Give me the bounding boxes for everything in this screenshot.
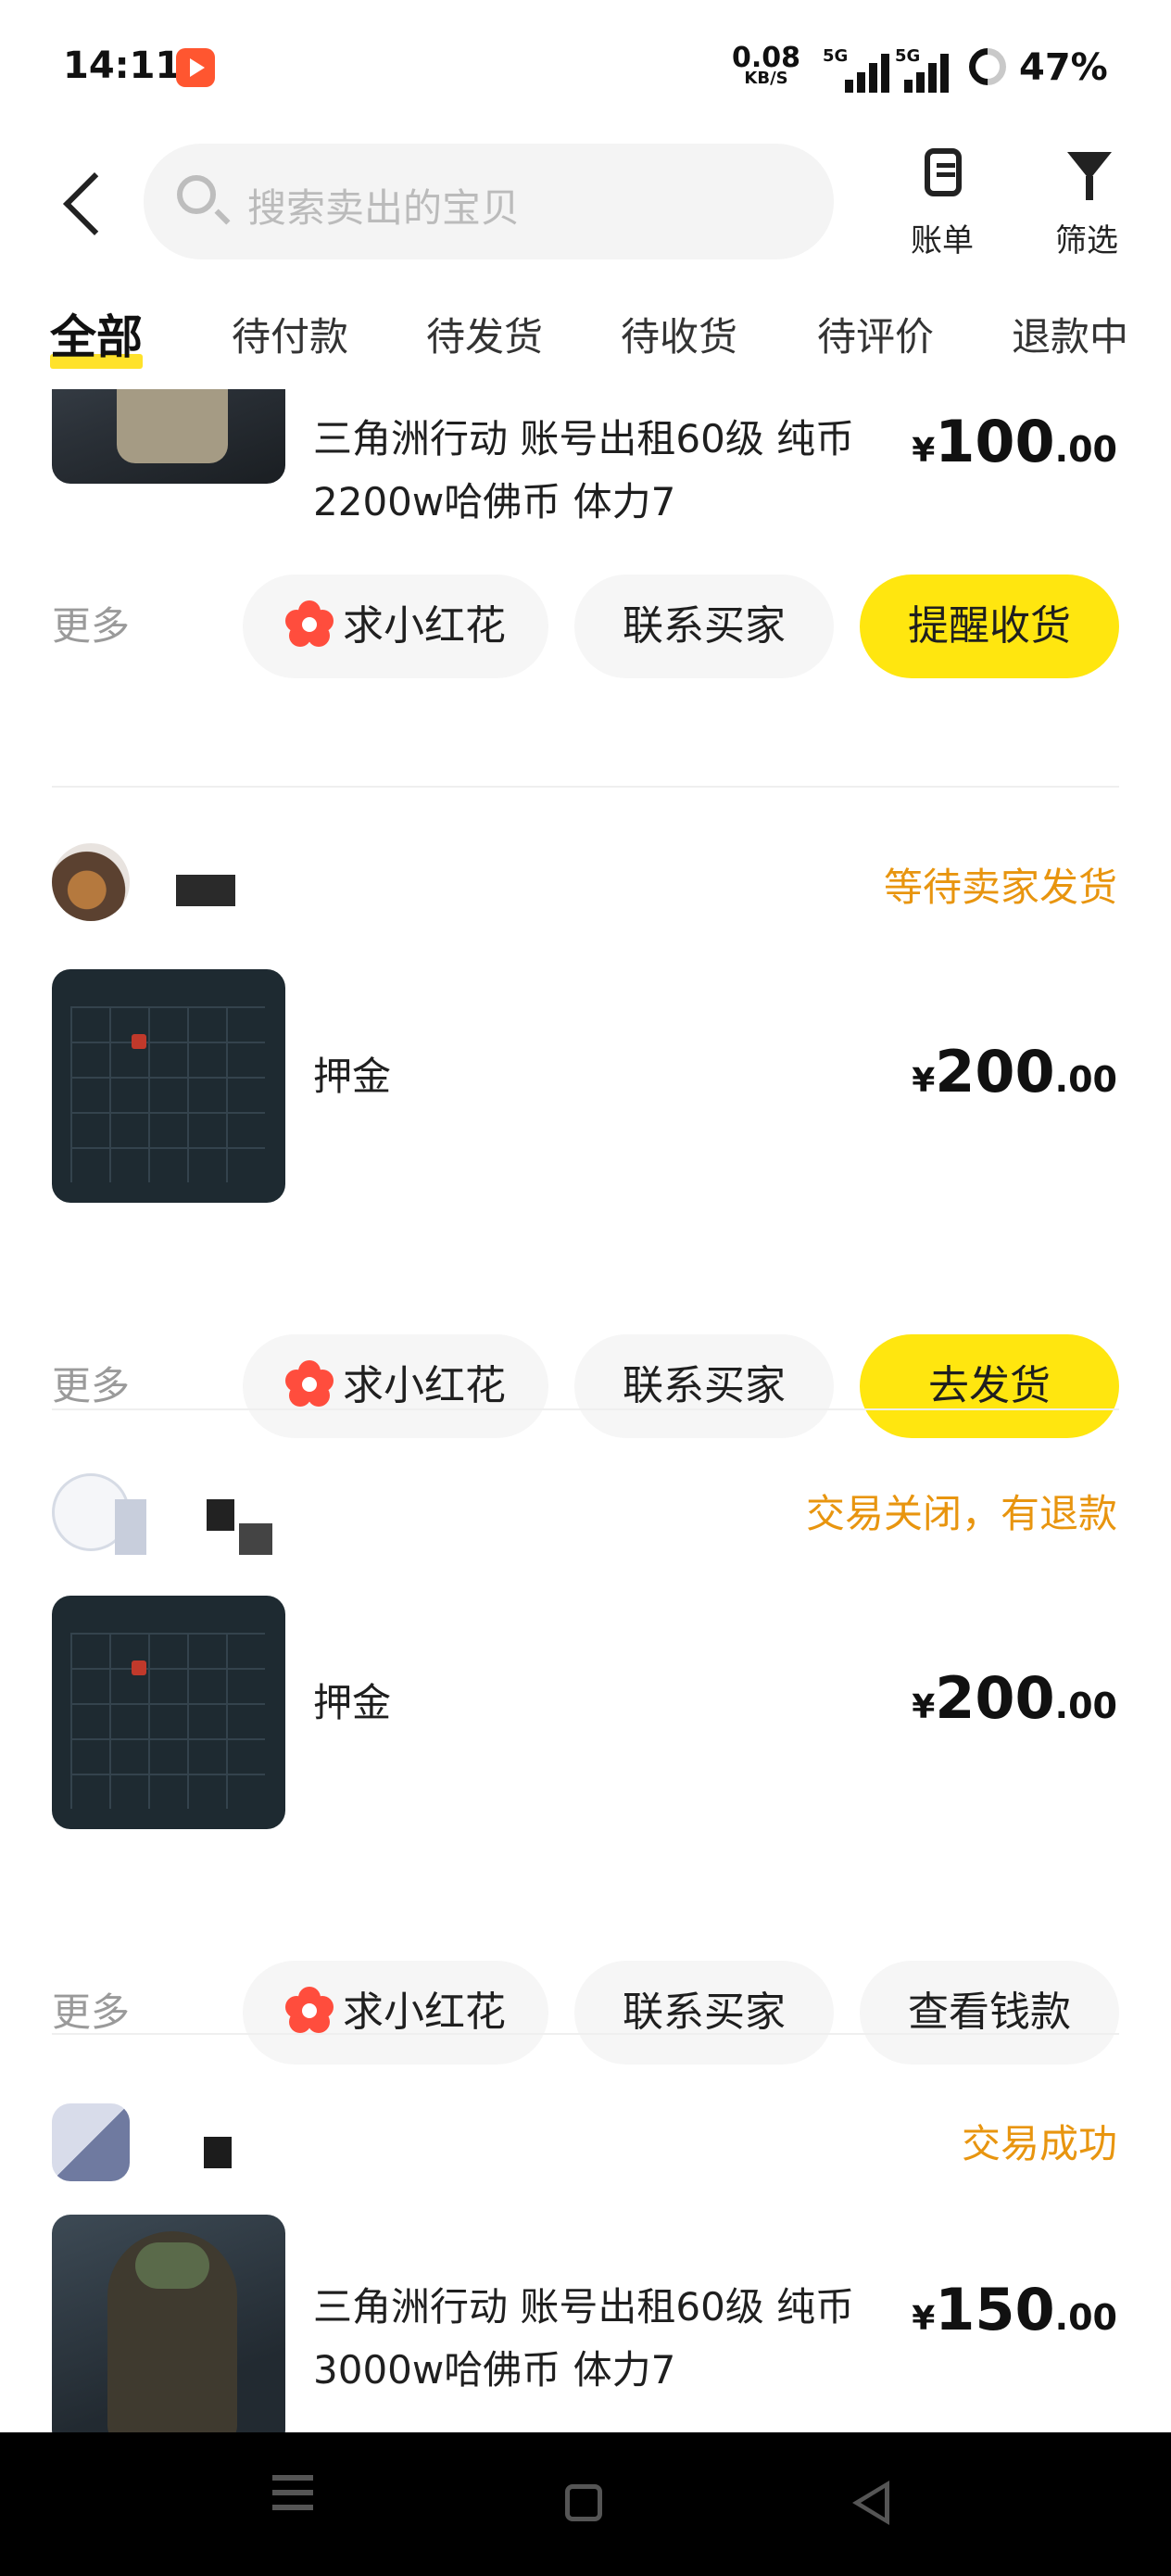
- view-funds-button[interactable]: 查看钱款: [860, 1961, 1119, 2065]
- contact-buyer-button[interactable]: 联系买家: [574, 1961, 834, 2065]
- order-card: 等待卖家发货 押金 ¥200.00 更多 求小红花 联系买家 去发货: [0, 843, 1171, 1438]
- bill-icon: [925, 148, 962, 196]
- back-icon[interactable]: [852, 2481, 889, 2525]
- order-status: 交易成功: [961, 2121, 1117, 2166]
- contact-buyer-button[interactable]: 联系买家: [574, 575, 834, 678]
- buyer-nickname-blurred: [176, 875, 235, 906]
- order-list: 三角洲行动 账号出租60级 纯币2200w哈佛币 体力7 ¥100.00 更多 …: [0, 389, 1171, 2432]
- tab-all[interactable]: 全部: [50, 300, 143, 369]
- product-price: ¥150.00: [912, 2276, 1117, 2343]
- tab-pending-receipt[interactable]: 待收货: [621, 306, 737, 362]
- buyer-avatar[interactable]: [52, 2103, 130, 2181]
- filter-icon: [1067, 152, 1112, 200]
- tab-refunding[interactable]: 退款中: [1012, 306, 1128, 362]
- price-integer: 200: [935, 1038, 1055, 1105]
- battery-percent: 47%: [1019, 46, 1108, 89]
- product-title[interactable]: 三角洲行动 账号出租60级 纯币3000w哈佛币 体力7: [313, 2276, 906, 2402]
- tab-pending-review[interactable]: 待评价: [817, 306, 934, 362]
- price-currency: ¥: [912, 1688, 936, 1726]
- status-bar: 14:11 0.08 KB/S 5G 5G 47%: [0, 0, 1171, 139]
- contact-buyer-button[interactable]: 联系买家: [574, 1334, 834, 1438]
- price-integer: 200: [935, 1664, 1055, 1732]
- product-price: ¥200.00: [912, 1038, 1117, 1105]
- search-input[interactable]: 搜索卖出的宝贝: [144, 144, 834, 259]
- network-speed: 0.08 KB/S: [732, 44, 800, 87]
- flower-icon: [285, 600, 334, 649]
- more-link[interactable]: 更多: [52, 1355, 130, 1411]
- divider: [52, 2033, 1119, 2035]
- search-placeholder: 搜索卖出的宝贝: [247, 185, 521, 231]
- price-currency: ¥: [912, 2300, 936, 2338]
- product-thumbnail[interactable]: [52, 969, 285, 1203]
- divider: [52, 786, 1119, 788]
- request-flower-button[interactable]: 求小红花: [243, 1334, 548, 1438]
- flower-icon: [285, 1360, 334, 1408]
- price-currency: ¥: [912, 1062, 936, 1100]
- back-button[interactable]: [57, 167, 113, 241]
- request-flower-label: 求小红花: [343, 1362, 506, 1409]
- request-flower-button[interactable]: 求小红花: [243, 575, 548, 678]
- product-price: ¥100.00: [912, 408, 1117, 475]
- divider: [52, 1408, 1119, 1410]
- more-link[interactable]: 更多: [52, 1981, 130, 2038]
- buyer-nickname-blurred: [115, 1499, 273, 1555]
- price-integer: 100: [935, 408, 1055, 475]
- signal-icon-sim2: 5G: [895, 46, 960, 93]
- product-title[interactable]: 押金: [313, 1672, 906, 1735]
- price-decimal: .00: [1054, 1059, 1117, 1100]
- product-thumbnail[interactable]: [52, 1596, 285, 1829]
- filter-label: 筛选: [1055, 222, 1118, 259]
- recent-apps-icon[interactable]: [272, 2490, 313, 2495]
- product-thumbnail[interactable]: [52, 2215, 285, 2432]
- status-time: 14:11: [63, 44, 182, 87]
- price-decimal: .00: [1054, 1686, 1117, 1726]
- bill-label: 账单: [911, 222, 974, 259]
- sim1-label: 5G: [823, 46, 849, 66]
- order-card: 交易成功 三角洲行动 账号出租60级 纯币3000w哈佛币 体力7 ¥150.0…: [0, 2103, 1171, 2432]
- home-icon[interactable]: [565, 2484, 602, 2521]
- ship-button[interactable]: 去发货: [860, 1334, 1119, 1438]
- flower-icon: [285, 1987, 334, 2035]
- buyer-nickname-blurred: [204, 2137, 232, 2168]
- order-status: 交易关闭，有退款: [805, 1491, 1117, 1536]
- sim2-label: 5G: [895, 46, 921, 66]
- price-decimal: .00: [1054, 429, 1117, 470]
- order-card: 交易关闭，有退款 押金 ¥200.00 更多 求小红花 联系买家 查看钱款: [0, 1473, 1171, 2065]
- battery-icon: [961, 40, 1014, 94]
- bill-button[interactable]: 账单: [891, 148, 993, 259]
- order-tabs: 全部 待付款 待发货 待收货 待评价 退款中: [0, 297, 1171, 380]
- price-integer: 150: [935, 2276, 1055, 2343]
- product-price: ¥200.00: [912, 1664, 1117, 1732]
- request-flower-label: 求小红花: [343, 1989, 506, 2036]
- product-title[interactable]: 押金: [313, 1045, 906, 1108]
- remind-receipt-button[interactable]: 提醒收货: [860, 575, 1119, 678]
- price-decimal: .00: [1054, 2297, 1117, 2338]
- search-icon: [177, 175, 216, 214]
- buyer-avatar[interactable]: [52, 843, 130, 921]
- tab-pending-shipment[interactable]: 待发货: [426, 306, 543, 362]
- system-navigation-bar: [0, 2432, 1171, 2576]
- product-thumbnail[interactable]: [52, 389, 285, 484]
- request-flower-label: 求小红花: [343, 602, 506, 650]
- filter-button[interactable]: 筛选: [1036, 148, 1138, 259]
- request-flower-button[interactable]: 求小红花: [243, 1961, 548, 2065]
- order-status: 等待卖家发货: [883, 865, 1117, 910]
- tab-pending-payment[interactable]: 待付款: [232, 306, 348, 362]
- signal-icon-sim1: 5G: [823, 46, 889, 93]
- product-title[interactable]: 三角洲行动 账号出租60级 纯币2200w哈佛币 体力7: [313, 408, 906, 534]
- video-app-icon: [176, 48, 215, 87]
- price-currency: ¥: [912, 432, 936, 470]
- more-link[interactable]: 更多: [52, 595, 130, 651]
